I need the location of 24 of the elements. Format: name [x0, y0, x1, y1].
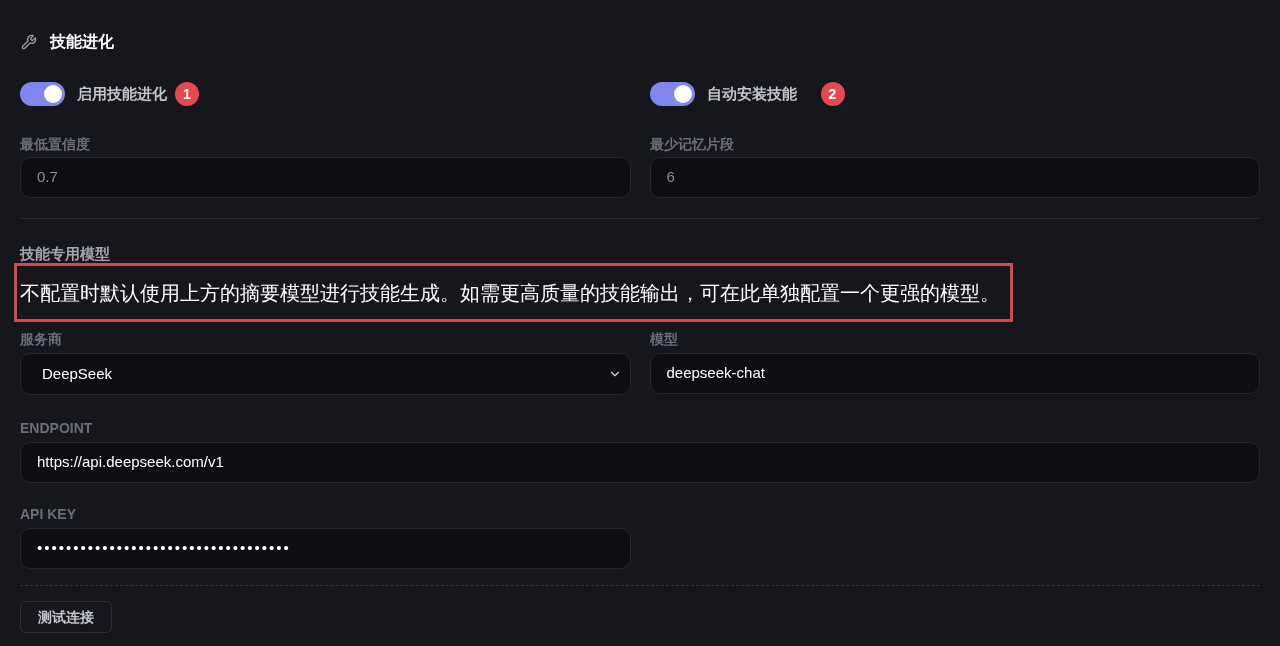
toggle-switch[interactable] — [20, 82, 65, 106]
section-title: 技能进化 — [50, 32, 114, 52]
toggle-label: 启用技能进化 — [77, 83, 167, 104]
toggle-label: 自动安装技能 — [706, 83, 797, 104]
field-label: 最少记忆片段 — [649, 135, 734, 153]
field-label: API KEY — [20, 505, 76, 523]
test-connection-button[interactable]: 测试连接 — [20, 601, 112, 633]
input-field[interactable]: ••••••••••••••••••••••••••••••••••• — [20, 528, 631, 569]
annotation-number: 1 — [175, 82, 199, 106]
wrench-icon — [21, 34, 37, 50]
annotation-number: 2 — [820, 82, 845, 106]
note-text: 不配置时默认使用上方的摘要模型进行技能生成。如需更高质量的技能输出，可在此单独配置一个更强的模型。 — [20, 280, 1000, 305]
input-field[interactable]: https://api.deepseek.com/v1 — [20, 442, 1260, 483]
toggle-switch[interactable] — [649, 82, 695, 106]
field-label: 模型 — [649, 330, 678, 348]
select-field[interactable]: DeepSeek — [20, 353, 631, 395]
input-field[interactable]: 6 — [649, 157, 1260, 198]
field-label: ENDPOINT — [20, 419, 93, 437]
input-field[interactable]: deepseek-chat — [649, 353, 1260, 394]
field-label: 最低置信度 — [20, 135, 90, 153]
subsection-title: 技能专用模型 — [20, 245, 110, 263]
field-label: 服务商 — [20, 330, 62, 348]
input-field[interactable]: 0.7 — [20, 157, 631, 198]
select-value: DeepSeek — [42, 363, 113, 384]
